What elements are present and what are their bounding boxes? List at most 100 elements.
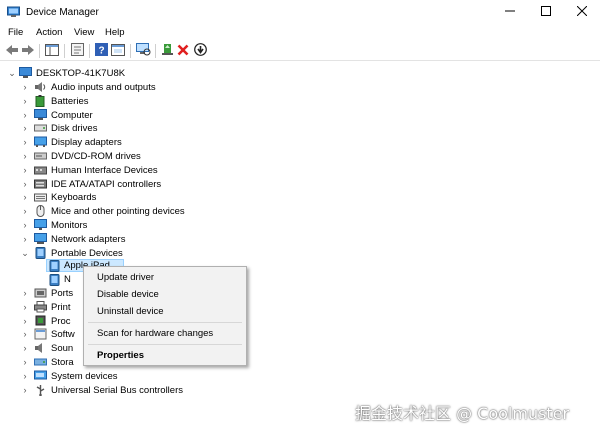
tree-item-label: Monitors xyxy=(51,220,88,231)
close-icon xyxy=(576,5,588,19)
menu-help[interactable]: Help xyxy=(105,26,125,39)
tree-root[interactable]: ⌄ DESKTOP-41K7U8K xyxy=(0,67,200,80)
update-driver-button[interactable] xyxy=(159,43,175,59)
chevron-right-icon[interactable]: › xyxy=(21,370,29,383)
forward-button[interactable] xyxy=(20,43,36,59)
context-properties[interactable]: Properties xyxy=(97,350,144,362)
computer-icon xyxy=(19,67,32,79)
disk-drive-icon xyxy=(34,122,47,134)
printer-icon xyxy=(34,301,47,313)
toolbar: ? xyxy=(0,41,600,61)
tree-item-label: Audio inputs and outputs xyxy=(51,82,156,93)
ide-controller-icon xyxy=(34,178,47,190)
export-icon xyxy=(111,43,125,59)
close-button[interactable] xyxy=(564,0,600,25)
portable-device-icon xyxy=(49,274,62,286)
chevron-right-icon[interactable]: › xyxy=(21,95,29,108)
scan-hardware-button[interactable] xyxy=(135,43,151,59)
tree-item-label: Print xyxy=(51,302,71,313)
context-scan-hardware[interactable]: Scan for hardware changes xyxy=(97,328,213,340)
tree-item-label: Network adapters xyxy=(51,234,126,245)
tree-category-mice-and-other-pointing-devices[interactable]: › Mice and other pointing devices xyxy=(0,205,240,218)
chevron-right-icon[interactable]: › xyxy=(21,81,29,94)
show-hide-console-tree-icon xyxy=(45,43,59,59)
maximize-button[interactable] xyxy=(528,0,564,25)
title-bar: Device Manager xyxy=(0,0,600,25)
tree-category-universal-serial-bus-controllers[interactable]: › Universal Serial Bus controllers xyxy=(0,384,240,397)
storage-icon xyxy=(34,356,47,368)
context-separator xyxy=(88,344,242,345)
watermark-text: 掘金技术社区 @ Coolmuster xyxy=(355,404,570,423)
chevron-right-icon[interactable]: › xyxy=(21,122,29,135)
chevron-right-icon[interactable]: › xyxy=(21,301,29,314)
update-driver-icon xyxy=(161,43,174,59)
chevron-right-icon[interactable]: › xyxy=(21,342,29,355)
chevron-right-icon[interactable]: › xyxy=(21,233,29,246)
tree-item-label: Ports xyxy=(51,288,74,299)
menu-action[interactable]: Action xyxy=(36,26,62,39)
context-separator xyxy=(88,322,242,323)
chevron-right-icon[interactable]: › xyxy=(21,136,29,149)
chevron-right-icon[interactable]: › xyxy=(21,315,29,328)
help-button[interactable]: ? xyxy=(93,43,109,59)
context-uninstall-device[interactable]: Uninstall device xyxy=(97,306,164,318)
chevron-right-icon[interactable]: › xyxy=(21,384,29,397)
tree-category-network-adapters[interactable]: › Network adapters xyxy=(0,233,240,246)
toolbar-separator xyxy=(130,44,131,58)
chevron-right-icon[interactable]: › xyxy=(21,205,29,218)
disable-device-button[interactable] xyxy=(192,43,208,59)
tree-item-label: Mice and other pointing devices xyxy=(51,206,185,217)
chevron-right-icon[interactable]: › xyxy=(21,328,29,341)
tree-category-batteries[interactable]: › Batteries xyxy=(0,95,240,108)
tree-category-computer[interactable]: › Computer xyxy=(0,109,240,122)
tree-item-label: Softw xyxy=(51,329,75,340)
tree-category-dvd-cd-rom-drives[interactable]: › DVD/CD-ROM drives xyxy=(0,150,240,163)
computer-icon xyxy=(34,109,47,121)
chevron-right-icon[interactable]: › xyxy=(21,219,29,232)
tree-category-human-interface-devices[interactable]: › Human Interface Devices xyxy=(0,164,240,177)
menu-view[interactable]: View xyxy=(74,26,94,39)
minimize-button[interactable] xyxy=(492,0,528,25)
toolbar-separator xyxy=(155,44,156,58)
chevron-right-icon[interactable]: › xyxy=(21,150,29,163)
tree-item-label: Computer xyxy=(51,110,93,121)
chevron-right-icon[interactable]: › xyxy=(21,164,29,177)
context-update-driver[interactable]: Update driver xyxy=(97,272,154,284)
tree-category-disk-drives[interactable]: › Disk drives xyxy=(0,122,240,135)
tree-category-audio-inputs-and-outputs[interactable]: › Audio inputs and outputs xyxy=(0,81,240,94)
back-button[interactable] xyxy=(4,43,20,59)
tree-category-monitors[interactable]: › Monitors xyxy=(0,219,240,232)
monitor-icon xyxy=(34,219,47,231)
tree-item-label: DVD/CD-ROM drives xyxy=(51,151,141,162)
tree-item-label: Keyboards xyxy=(51,192,97,203)
tree-category-system-devices[interactable]: › System devices xyxy=(0,370,240,383)
device-tree: ⌄ DESKTOP-41K7U8K › Audio inputs and outp… xyxy=(0,62,600,437)
uninstall-button[interactable] xyxy=(175,43,191,59)
menu-file[interactable]: File xyxy=(8,26,23,39)
portable-device-icon xyxy=(34,247,47,259)
show-hide-console-tree-button[interactable] xyxy=(44,43,60,59)
chevron-down-icon[interactable]: ⌄ xyxy=(8,67,16,80)
properties-button[interactable] xyxy=(69,43,85,59)
tree-category-display-adapters[interactable]: › Display adapters xyxy=(0,136,240,149)
toolbar-separator xyxy=(39,44,40,58)
toolbar-separator xyxy=(64,44,65,58)
tree-category-ide-ata-atapi-controllers[interactable]: › IDE ATA/ATAPI controllers xyxy=(0,178,240,191)
tree-item-label: Display adapters xyxy=(51,137,122,148)
ipad-device-icon xyxy=(49,260,62,272)
chevron-right-icon[interactable]: › xyxy=(21,356,29,369)
properties-icon xyxy=(70,43,84,59)
scan-hardware-icon xyxy=(135,43,151,59)
sound-icon xyxy=(34,342,47,354)
chevron-right-icon[interactable]: › xyxy=(21,287,29,300)
chevron-right-icon[interactable]: › xyxy=(21,109,29,122)
chevron-right-icon[interactable]: › xyxy=(21,178,29,191)
tree-item-label: Disk drives xyxy=(51,123,98,134)
tree-item-label: IDE ATA/ATAPI controllers xyxy=(51,179,162,190)
context-disable-device[interactable]: Disable device xyxy=(97,289,159,301)
tree-category-keyboards[interactable]: › Keyboards xyxy=(0,191,240,204)
toolbar-separator xyxy=(89,44,90,58)
keyboard-icon xyxy=(34,191,47,203)
chevron-right-icon[interactable]: › xyxy=(21,191,29,204)
export-button[interactable] xyxy=(110,43,126,59)
